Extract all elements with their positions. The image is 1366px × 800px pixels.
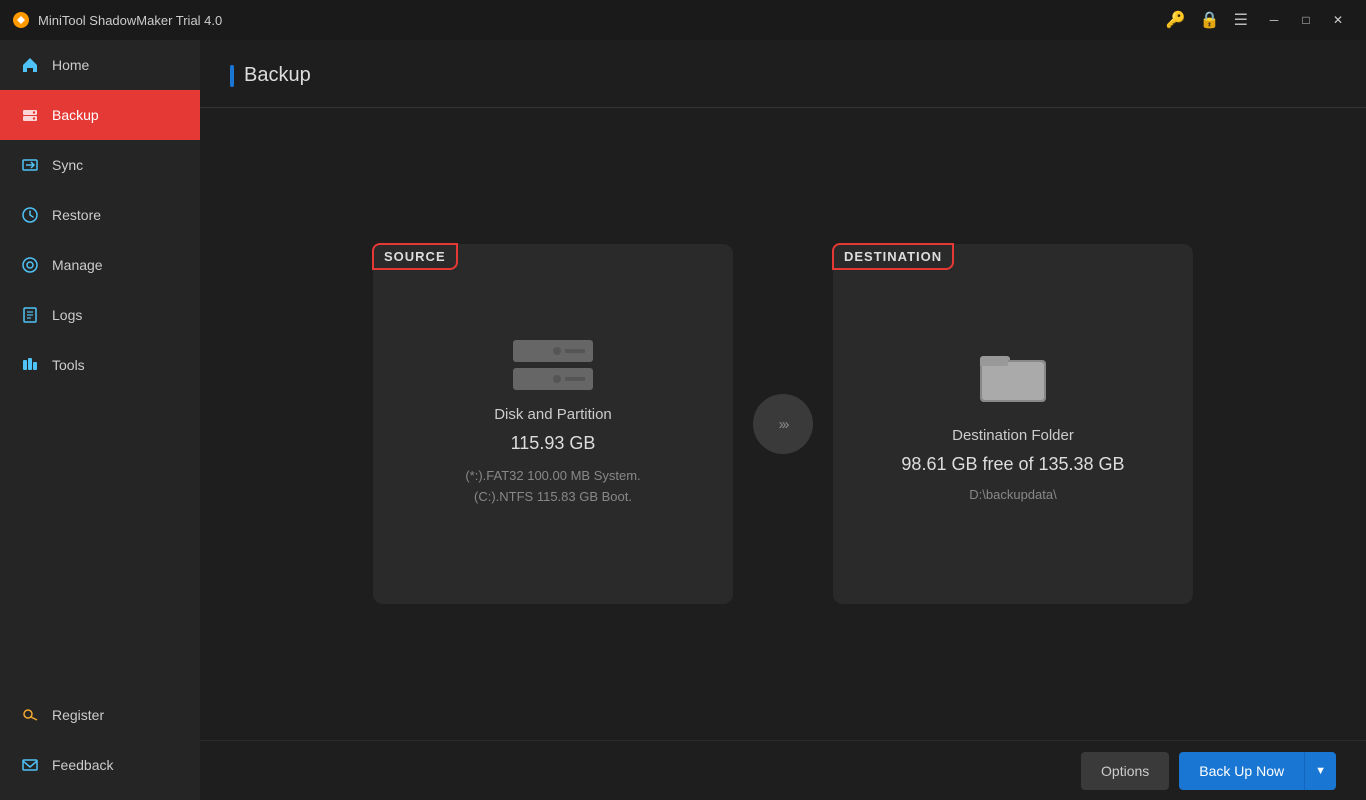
sidebar-item-manage[interactable]: Manage [0,240,200,290]
title-bar: MiniTool ShadowMaker Trial 4.0 🔑 🔒 ☰ ─ □… [0,0,1366,40]
backup-icon [20,105,40,125]
arrow-indicator: ››› [753,394,813,454]
close-button[interactable]: ✕ [1322,6,1354,34]
app-title: MiniTool ShadowMaker Trial 4.0 [38,13,1166,28]
sidebar-sync-label: Sync [52,157,83,173]
menu-toolbar-icon[interactable]: ☰ [1234,10,1248,30]
home-icon [20,55,40,75]
hdd-icon [513,340,593,390]
sidebar-item-restore[interactable]: Restore [0,190,200,240]
manage-icon [20,255,40,275]
source-card[interactable]: SOURCE Disk and Partition 115.93 [373,244,733,604]
page-title: Backup [244,64,311,87]
sidebar-home-label: Home [52,57,89,73]
window-controls: ─ □ ✕ [1258,6,1354,34]
sidebar-logs-label: Logs [52,307,82,323]
lock-toolbar-icon[interactable]: 🔒 [1200,10,1220,30]
key-toolbar-icon[interactable]: 🔑 [1166,10,1186,30]
backup-dropdown-arrow[interactable]: ▼ [1305,752,1336,790]
content-header: Backup [200,40,1366,108]
backup-now-button[interactable]: Back Up Now ▼ [1179,752,1336,790]
minimize-button[interactable]: ─ [1258,6,1290,34]
sidebar-restore-label: Restore [52,207,101,223]
sidebar-bottom: Register Feedback [0,690,200,800]
sidebar-item-logs[interactable]: Logs [0,290,200,340]
app-logo [12,11,30,29]
bottom-bar: Options Back Up Now ▼ [200,740,1366,800]
chevron-right-icon: ››› [779,416,788,433]
destination-free-size: 98.61 GB free of 135.38 GB [901,454,1124,475]
maximize-button[interactable]: □ [1290,6,1322,34]
main-layout: Home Backup Sync [0,40,1366,800]
sidebar-tools-label: Tools [52,357,85,373]
sidebar-item-tools[interactable]: Tools [0,340,200,390]
toolbar-icons: 🔑 🔒 ☰ [1166,10,1248,30]
sidebar-item-feedback[interactable]: Feedback [0,740,200,790]
sidebar-register-label: Register [52,707,104,723]
destination-path: D:\backupdata\ [969,487,1056,502]
options-button[interactable]: Options [1081,752,1169,790]
tools-icon [20,355,40,375]
restore-icon [20,205,40,225]
sidebar-feedback-label: Feedback [52,757,113,773]
header-accent-bar [230,65,234,87]
source-label: SOURCE [372,243,458,270]
sidebar-backup-label: Backup [52,107,99,123]
sidebar-item-sync[interactable]: Sync [0,140,200,190]
content-area: Backup SOURCE [200,40,1366,800]
mail-icon [20,755,40,775]
source-main-text: Disk and Partition [494,406,612,423]
sidebar-item-register[interactable]: Register [0,690,200,740]
destination-card[interactable]: DESTINATION Destination Folder 98.61 GB … [833,244,1193,604]
sidebar-manage-label: Manage [52,257,103,273]
logs-icon [20,305,40,325]
sidebar: Home Backup Sync [0,40,200,800]
destination-main-text: Destination Folder [952,427,1074,444]
source-size: 115.93 GB [511,433,596,454]
backup-area: SOURCE Disk and Partition 115.93 [200,108,1366,740]
sidebar-item-home[interactable]: Home [0,40,200,90]
sync-icon [20,155,40,175]
sidebar-item-backup[interactable]: Backup [0,90,200,140]
folder-icon [978,346,1048,411]
source-detail: (*:).FAT32 100.00 MB System. (C:).NTFS 1… [465,466,640,508]
backup-now-main[interactable]: Back Up Now [1179,752,1305,790]
key-icon [20,705,40,725]
destination-label: DESTINATION [832,243,954,270]
